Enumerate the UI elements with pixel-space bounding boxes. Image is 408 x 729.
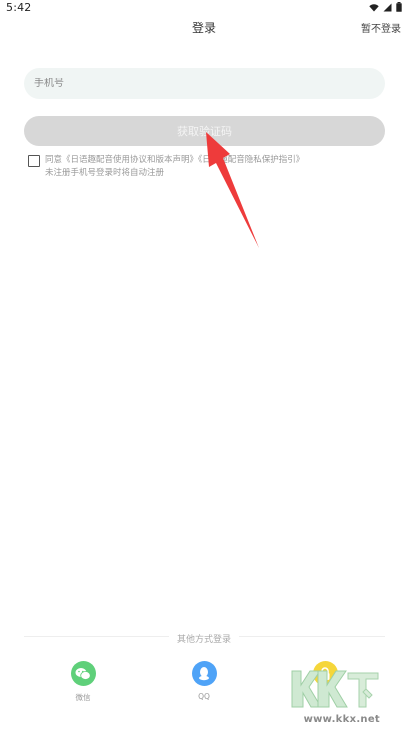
agreement-prefix: 同意 [45, 155, 63, 165]
arrow-shape [206, 132, 259, 248]
phone-input[interactable] [34, 78, 375, 89]
status-bar: 5:42 [0, 0, 408, 16]
get-code-button[interactable]: 获取验证码 [24, 116, 385, 146]
lock-icon [312, 661, 338, 686]
qq-login-label: QQ [198, 692, 210, 701]
wechat-login-label: 微信 [75, 693, 91, 702]
annotation-arrow [206, 132, 259, 248]
user-agreement-link[interactable]: 《日语趣配音使用协议和版本声明》 [62, 155, 198, 165]
page-title: 登录 [191, 21, 216, 35]
signal-icon [383, 3, 392, 11]
other-login-title: 其他方式登录 [0, 632, 408, 645]
agree-checkbox[interactable] [28, 155, 40, 167]
phone-input-container[interactable] [24, 68, 385, 99]
battery-icon [396, 2, 402, 12]
phone-login-button[interactable] [295, 661, 355, 692]
wechat-icon [70, 661, 96, 686]
skip-login-button[interactable]: 暂不登录 [361, 20, 401, 35]
status-icons [369, 2, 402, 12]
watermark-url: www.kkx.net [303, 714, 380, 725]
agreement-text: 同意《日语趣配音使用协议和版本声明》《日语趣配音隐私保护指引》 [45, 154, 304, 166]
qq-icon [191, 661, 217, 686]
auto-register-note: 未注册手机号登录时将自动注册 [45, 168, 165, 178]
privacy-policy-link[interactable]: 《日语趣配音隐私保护指引》 [198, 155, 304, 165]
status-time: 5:42 [6, 1, 32, 14]
wifi-icon [369, 3, 379, 11]
qq-login-button[interactable]: QQ [174, 661, 234, 701]
wechat-login-button[interactable]: 微信 [53, 661, 113, 703]
